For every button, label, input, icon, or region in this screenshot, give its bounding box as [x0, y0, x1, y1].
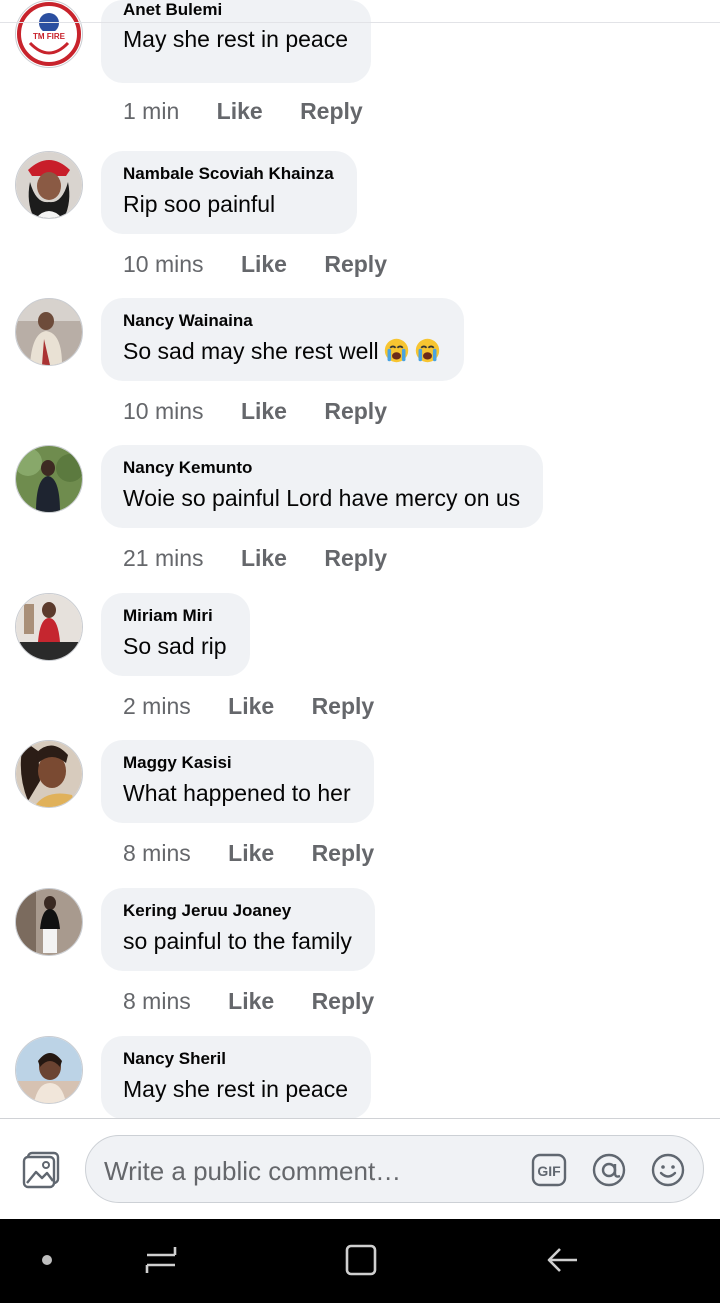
like-button[interactable]: Like [228, 840, 274, 867]
comment-bubble[interactable]: Nancy Kemunto Woie so painful Lord have … [101, 445, 544, 528]
comment-bubble[interactable]: Nancy Wainaina So sad may she rest well [101, 298, 464, 381]
svg-text:TM FIRE: TM FIRE [33, 32, 66, 41]
like-button[interactable]: Like [228, 693, 274, 720]
comment-bubble[interactable]: Maggy Kasisi What happened to her [101, 740, 374, 823]
emoji-icon[interactable] [650, 1152, 686, 1188]
comment-actions: 10 mins Like Reply [123, 251, 387, 278]
commenter-name[interactable]: Kering Jeruu Joaney [123, 901, 352, 921]
comment-bubble[interactable]: Nambale Scoviah Khainza Rip soo painful [101, 151, 357, 234]
avatar-photo [16, 889, 82, 955]
comment-time[interactable]: 1 min [123, 98, 179, 125]
like-button[interactable]: Like [241, 251, 287, 278]
comment-item: Nancy Sheril May she rest in peace [0, 1036, 720, 1118]
avatar-photo [16, 446, 82, 512]
comment-item: Kering Jeruu Joaney so painful to the fa… [0, 888, 720, 1028]
comment-text: Rip soo painful [123, 191, 276, 217]
comment-actions: 2 mins Like Reply [123, 693, 374, 720]
comment-text: so painful to the family [123, 928, 352, 954]
like-button[interactable]: Like [241, 545, 287, 572]
commenter-name[interactable]: Nancy Sheril [123, 1049, 348, 1069]
avatar[interactable] [15, 1036, 83, 1104]
avatar[interactable] [15, 298, 83, 366]
comment-actions: 10 mins Like Reply [123, 398, 387, 425]
commenter-name[interactable]: Maggy Kasisi [123, 753, 351, 773]
comment-item: Maggy Kasisi What happened to her 8 mins… [0, 740, 720, 880]
recent-apps-icon[interactable] [144, 1243, 178, 1277]
comment-bubble[interactable]: Kering Jeruu Joaney so painful to the fa… [101, 888, 375, 971]
comment-item: Nancy Kemunto Woie so painful Lord have … [0, 445, 720, 585]
comment-time[interactable]: 8 mins [123, 840, 191, 867]
avatar-photo [16, 594, 82, 660]
gif-icon[interactable]: GIF [531, 1152, 567, 1188]
comment-text: Woie so painful Lord have mercy on us [123, 485, 521, 511]
comment-text: So sad rip [123, 633, 227, 659]
avatar[interactable] [15, 593, 83, 661]
like-button[interactable]: Like [228, 988, 274, 1015]
commenter-name[interactable]: Nancy Wainaina [123, 311, 441, 331]
avatar-photo [16, 152, 82, 218]
reply-button[interactable]: Reply [312, 988, 375, 1015]
avatar[interactable] [15, 445, 83, 513]
comment-actions: 21 mins Like Reply [123, 545, 387, 572]
comment-time[interactable]: 21 mins [123, 545, 204, 572]
reply-button[interactable]: Reply [312, 693, 375, 720]
comments-list: TM FIRE Anet Bulemi May she rest in peac… [0, 0, 720, 1118]
avatar[interactable] [15, 888, 83, 956]
crying-face-emoji-icon [415, 338, 439, 363]
comment-bubble[interactable]: Nancy Sheril May she rest in peace [101, 1036, 372, 1118]
crying-face-emoji-icon [384, 338, 408, 363]
comment-input[interactable]: Write a public comment… GIF [85, 1135, 704, 1203]
comment-time[interactable]: 10 mins [123, 251, 204, 278]
comment-item: Miriam Miri So sad rip 2 mins Like Reply [0, 593, 720, 733]
reply-button[interactable]: Reply [324, 545, 387, 572]
avatar-photo [16, 741, 82, 807]
like-button[interactable]: Like [217, 98, 263, 125]
comment-bubble[interactable]: Miriam Miri So sad rip [101, 593, 250, 676]
commenter-name[interactable]: Miriam Miri [123, 606, 227, 626]
comment-time[interactable]: 10 mins [123, 398, 204, 425]
comment-item: Nambale Scoviah Khainza Rip soo painful … [0, 151, 720, 291]
comment-text: May she rest in peace [123, 26, 349, 52]
reply-button[interactable]: Reply [300, 98, 363, 125]
commenter-name[interactable]: Nancy Kemunto [123, 458, 520, 478]
overview-icon[interactable] [344, 1243, 378, 1277]
mention-icon[interactable] [591, 1152, 627, 1188]
svg-text:GIF: GIF [537, 1163, 561, 1179]
reply-button[interactable]: Reply [324, 251, 387, 278]
reply-button[interactable]: Reply [312, 840, 375, 867]
avatar-photo [16, 299, 82, 365]
comment-time[interactable]: 8 mins [123, 988, 191, 1015]
top-divider [0, 0, 720, 23]
reply-button[interactable]: Reply [324, 398, 387, 425]
comment-composer: Write a public comment… GIF [0, 1118, 720, 1219]
comment-text: What happened to her [123, 780, 351, 806]
comment-time[interactable]: 2 mins [123, 693, 191, 720]
comment-input-placeholder: Write a public comment… [104, 1156, 402, 1186]
comment-text: So sad may she rest well [123, 337, 441, 365]
home-dot-icon[interactable] [40, 1253, 54, 1267]
comment-actions: 8 mins Like Reply [123, 988, 374, 1015]
avatar[interactable] [15, 151, 83, 219]
avatar-photo [16, 1037, 82, 1103]
comment-item: TM FIRE Anet Bulemi May she rest in peac… [0, 0, 720, 142]
back-icon[interactable] [546, 1243, 580, 1277]
comment-text: May she rest in peace [123, 1076, 349, 1102]
comment-text-content: So sad may she rest well [123, 338, 379, 364]
comment-item: Nancy Wainaina So sad may she rest well … [0, 298, 720, 438]
avatar[interactable] [15, 740, 83, 808]
comment-actions: 8 mins Like Reply [123, 840, 374, 867]
commenter-name[interactable]: Nambale Scoviah Khainza [123, 164, 334, 184]
system-navigation-bar [0, 1219, 720, 1303]
photo-icon[interactable] [22, 1151, 60, 1189]
like-button[interactable]: Like [241, 398, 287, 425]
comment-actions: 1 min Like Reply [123, 98, 363, 125]
